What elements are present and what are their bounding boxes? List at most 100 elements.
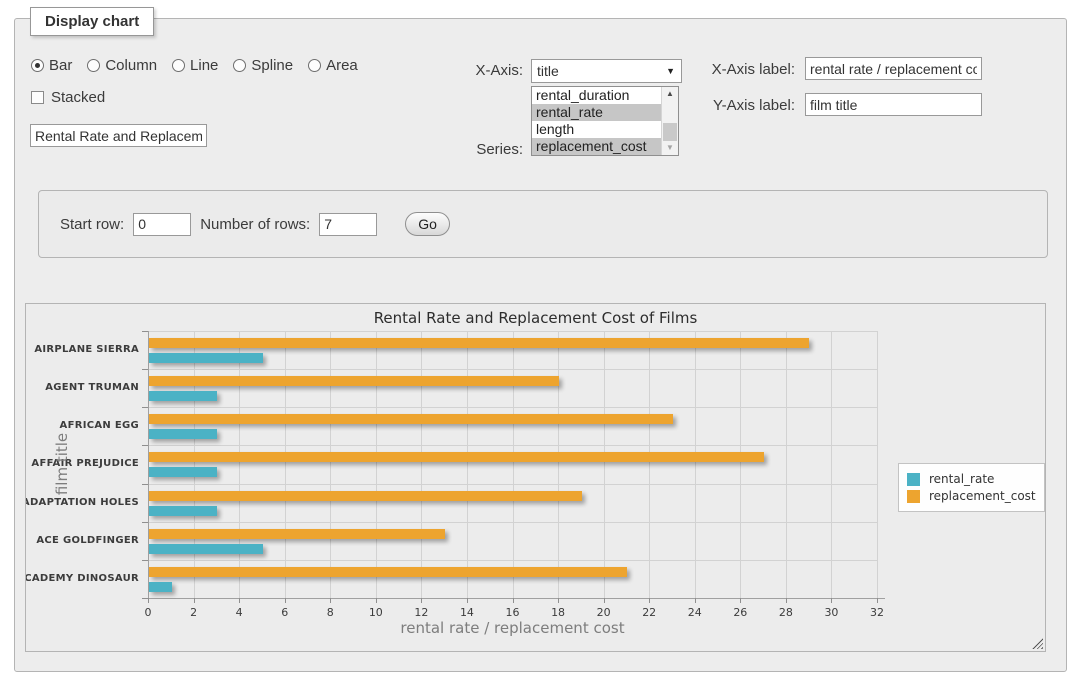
x-tick (604, 598, 605, 603)
gridline-y (148, 407, 877, 408)
gridline-y (148, 445, 877, 446)
x-tick-label: 32 (862, 606, 892, 619)
radio-icon[interactable] (172, 59, 185, 72)
bar-replacement_cost-0 (149, 338, 809, 348)
bar-rental_rate-1 (149, 391, 217, 401)
x-tick (421, 598, 422, 603)
bar-rental_rate-0 (149, 353, 263, 363)
radio-label: Column (105, 57, 157, 74)
x-tick (148, 598, 149, 603)
y-axis-title: film title (53, 433, 71, 495)
gridline-x (467, 331, 468, 598)
series-option-rental_duration[interactable]: rental_duration (532, 87, 661, 104)
x-axis-label-input[interactable] (805, 57, 982, 80)
category-label: ACADEMY DINOSAUR (25, 573, 139, 584)
x-tick-label: 6 (270, 606, 300, 619)
series-listbox[interactable]: rental_durationrental_ratelengthreplacem… (531, 86, 679, 156)
stacked-checkbox[interactable] (31, 91, 44, 104)
scrollbar-thumb[interactable] (663, 123, 677, 141)
gridline-x (194, 331, 195, 598)
y-tick (142, 560, 148, 561)
stacked-checkbox-row[interactable]: Stacked (31, 89, 105, 106)
chart-container: Rental Rate and Replacement Cost of Film… (25, 303, 1046, 652)
x-tick-label: 26 (725, 606, 755, 619)
gridline-x (740, 331, 741, 598)
y-axis-label-caption: Y-Axis label: (695, 97, 795, 114)
radio-icon[interactable] (308, 59, 321, 72)
bar-replacement_cost-3 (149, 452, 764, 462)
x-tick-label: 8 (315, 606, 345, 619)
category-label: ACE GOLDFINGER (36, 535, 139, 546)
gridline-x (786, 331, 787, 598)
x-tick-label: 18 (543, 606, 573, 619)
gridline-y (148, 522, 877, 523)
chart-type-radio-bar[interactable]: Bar (31, 57, 72, 74)
x-tick (513, 598, 514, 603)
radio-icon[interactable] (87, 59, 100, 72)
gridline-x (421, 331, 422, 598)
radio-icon[interactable] (31, 59, 44, 72)
y-tick (142, 445, 148, 446)
category-label: AIRPLANE SIERRA (34, 344, 139, 355)
x-tick (467, 598, 468, 603)
x-axis-select-value: title (537, 63, 559, 79)
gridline-x (285, 331, 286, 598)
chart-type-radio-column[interactable]: Column (87, 57, 157, 74)
scroll-up-icon[interactable]: ▲ (662, 87, 678, 101)
go-button[interactable]: Go (405, 212, 450, 236)
chart-type-radio-area[interactable]: Area (308, 57, 358, 74)
x-tick (194, 598, 195, 603)
gridline-x (695, 331, 696, 598)
legend-swatch (907, 490, 920, 503)
gridline-x (239, 331, 240, 598)
radio-icon[interactable] (233, 59, 246, 72)
category-label: ADAPTATION HOLES (25, 497, 139, 508)
x-tick-label: 22 (634, 606, 664, 619)
x-tick (877, 598, 878, 603)
bar-rental_rate-2 (149, 429, 217, 439)
x-tick (649, 598, 650, 603)
x-tick (695, 598, 696, 603)
x-axis-title: rental rate / replacement cost (148, 619, 877, 637)
y-tick (142, 407, 148, 408)
y-tick (142, 522, 148, 523)
gridline-y (148, 484, 877, 485)
chevron-down-icon: ▼ (666, 67, 675, 76)
x-tick (285, 598, 286, 603)
x-axis-label-caption: X-Axis label: (695, 61, 795, 78)
bar-rental_rate-6 (149, 582, 172, 592)
bar-rental_rate-5 (149, 544, 263, 554)
y-axis-line (148, 331, 149, 599)
x-tick-label: 28 (771, 606, 801, 619)
x-tick-label: 14 (452, 606, 482, 619)
num-rows-input[interactable] (319, 213, 377, 236)
gridline-x (513, 331, 514, 598)
gridline-x (831, 331, 832, 598)
legend-item-rental_rate: rental_rate (907, 472, 1036, 486)
chart-title-input[interactable] (30, 124, 207, 147)
gridline-x (877, 331, 878, 598)
x-tick-label: 24 (680, 606, 710, 619)
gridline-y (148, 331, 877, 332)
series-option-length[interactable]: length (532, 121, 661, 138)
legend-item-replacement_cost: replacement_cost (907, 489, 1036, 503)
gridline-y (148, 369, 877, 370)
series-option-replacement_cost[interactable]: replacement_cost (532, 138, 661, 155)
x-tick-label: 10 (361, 606, 391, 619)
scroll-down-icon[interactable]: ▼ (662, 141, 678, 155)
series-list-label: Series: (435, 141, 523, 158)
chart-type-radio-line[interactable]: Line (172, 57, 218, 74)
series-listbox-scrollbar[interactable]: ▲ ▼ (661, 87, 678, 155)
x-axis-select[interactable]: title ▼ (531, 59, 682, 83)
y-axis-label-input[interactable] (805, 93, 982, 116)
x-tick-label: 0 (133, 606, 163, 619)
bar-rental_rate-4 (149, 506, 217, 516)
x-tick (740, 598, 741, 603)
chart-type-radio-spline[interactable]: Spline (233, 57, 293, 74)
series-option-rental_rate[interactable]: rental_rate (532, 104, 661, 121)
start-row-input[interactable] (133, 213, 191, 236)
bar-rental_rate-3 (149, 467, 217, 477)
gridline-x (330, 331, 331, 598)
x-tick (558, 598, 559, 603)
x-tick-label: 30 (816, 606, 846, 619)
